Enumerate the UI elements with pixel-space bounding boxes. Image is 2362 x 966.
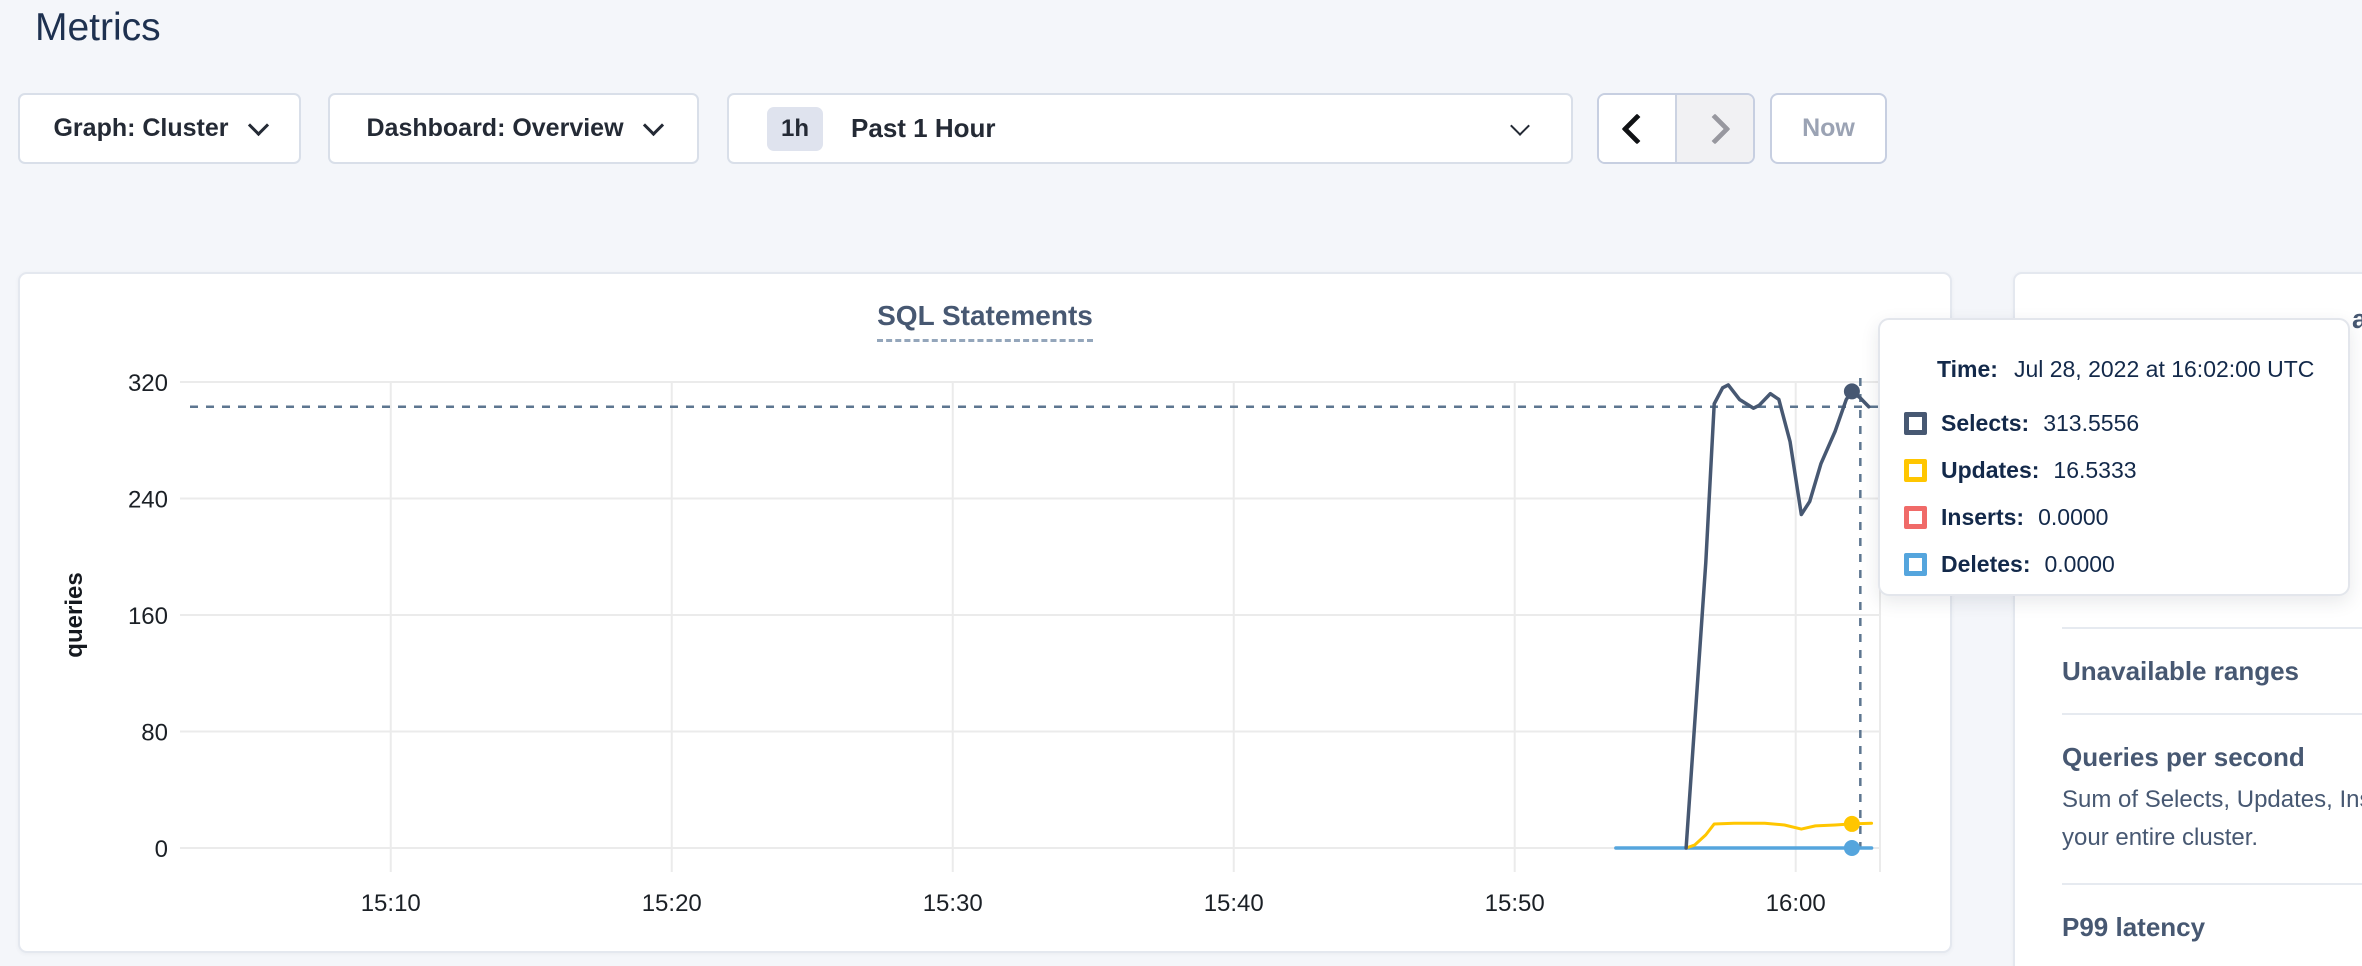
tooltip-time-label: Time: — [1937, 356, 1998, 382]
sidebar-section-description: Sum of Selects, Updates, Inseryour entir… — [2062, 781, 2362, 857]
page-title: Metrics — [35, 6, 161, 50]
chevron-left-icon — [1621, 113, 1652, 144]
x-tick-label: 15:50 — [1485, 890, 1545, 917]
chart-hover-tooltip: Time: Jul 28, 2022 at 16:02:00 UTC Select… — [1878, 318, 2350, 596]
hover-point-updates — [1844, 816, 1860, 832]
sidebar-section-title: P99 latency — [2062, 912, 2362, 943]
x-tick-label: 15:30 — [923, 890, 983, 917]
tooltip-time-row: Time: Jul 28, 2022 at 16:02:00 UTC — [1937, 356, 2314, 383]
hover-point-selects — [1844, 383, 1860, 399]
x-tick-label: 15:40 — [1204, 890, 1264, 917]
chevron-right-icon — [1699, 113, 1730, 144]
tooltip-row-value: 16.5333 — [2053, 457, 2136, 484]
tooltip-series-rows: Selects: 313.5556Updates: 16.5333 Inserts: 0… — [1904, 400, 2328, 588]
y-tick-label: 0 — [155, 836, 168, 863]
clipped-sidebar-text: a — [2352, 304, 2362, 335]
chevron-down-icon — [1510, 116, 1530, 136]
sql-statements-plot[interactable]: 0 80 160 240 320 15:10 15:20 15:30 15:40 15:50 16:… — [20, 274, 1954, 955]
tooltip-row: Inserts: 0.0000 — [1904, 494, 2328, 541]
y-tick-label: 160 — [128, 603, 168, 630]
sidebar-section-title: Queries per second — [2062, 742, 2362, 773]
sidebar-sections: Unavailable ranges Queries per second Sum … — [2062, 627, 2362, 966]
hover-point-deletes — [1844, 840, 1860, 856]
y-axis-label: queries — [61, 572, 89, 657]
y-tick-label: 240 — [128, 487, 168, 514]
series-swatch-icon — [1904, 506, 1927, 529]
metrics-page: Metrics Graph: Cluster Dashboard: Overvi… — [0, 0, 2362, 966]
step-back-button[interactable] — [1599, 95, 1675, 162]
sidebar-section: P99 latency — [2062, 883, 2362, 966]
time-range-label: Past 1 Hour — [851, 113, 996, 144]
x-tick-label: 15:20 — [642, 890, 702, 917]
graph-dropdown[interactable]: Graph: Cluster — [18, 93, 301, 164]
y-tick-label: 80 — [141, 720, 168, 747]
sidebar-section: Unavailable ranges — [2062, 627, 2362, 713]
dashboard-dropdown-label: Dashboard: Overview — [366, 114, 623, 143]
time-range-selector[interactable]: 1h Past 1 Hour — [727, 93, 1573, 164]
now-button[interactable]: Now — [1770, 93, 1887, 164]
series-swatch-icon — [1904, 459, 1927, 482]
tooltip-row-label: Selects: — [1941, 410, 2029, 437]
series-line-selects — [1686, 385, 1869, 848]
tooltip-row-label: Updates: — [1941, 457, 2039, 484]
time-range-badge: 1h — [767, 107, 823, 151]
series-swatch-icon — [1904, 553, 1927, 576]
step-forward-button[interactable] — [1675, 95, 1753, 162]
dashboard-dropdown[interactable]: Dashboard: Overview — [328, 93, 699, 164]
chevron-down-icon — [642, 115, 663, 136]
sql-statements-chart-card: SQL Statements 08016024032015:1015:2015:… — [18, 272, 1952, 953]
tooltip-row-label: Deletes: — [1941, 551, 2030, 578]
tooltip-row: Selects: 313.5556 — [1904, 400, 2328, 447]
graph-dropdown-label: Graph: Cluster — [53, 114, 228, 143]
time-step-control — [1597, 93, 1755, 164]
x-tick-label: 16:00 — [1766, 890, 1826, 917]
sidebar-section-title: Unavailable ranges — [2062, 656, 2362, 687]
tooltip-row-label: Inserts: — [1941, 504, 2024, 531]
now-button-label: Now — [1802, 114, 1855, 143]
series-swatch-icon — [1904, 412, 1927, 435]
y-tick-label: 320 — [128, 370, 168, 397]
tooltip-time-value: Jul 28, 2022 at 16:02:00 UTC — [2014, 356, 2314, 382]
series-line-updates — [1686, 823, 1871, 848]
sidebar-section: Queries per second Sum of Selects, Update… — [2062, 713, 2362, 883]
tooltip-row-value: 313.5556 — [2043, 410, 2139, 437]
tooltip-row: Updates: 16.5333 — [1904, 447, 2328, 494]
chevron-down-icon — [247, 115, 268, 136]
tooltip-row: Deletes: 0.0000 — [1904, 541, 2328, 588]
tooltip-row-value: 0.0000 — [2038, 504, 2108, 531]
tooltip-row-value: 0.0000 — [2044, 551, 2114, 578]
x-tick-label: 15:10 — [361, 890, 421, 917]
